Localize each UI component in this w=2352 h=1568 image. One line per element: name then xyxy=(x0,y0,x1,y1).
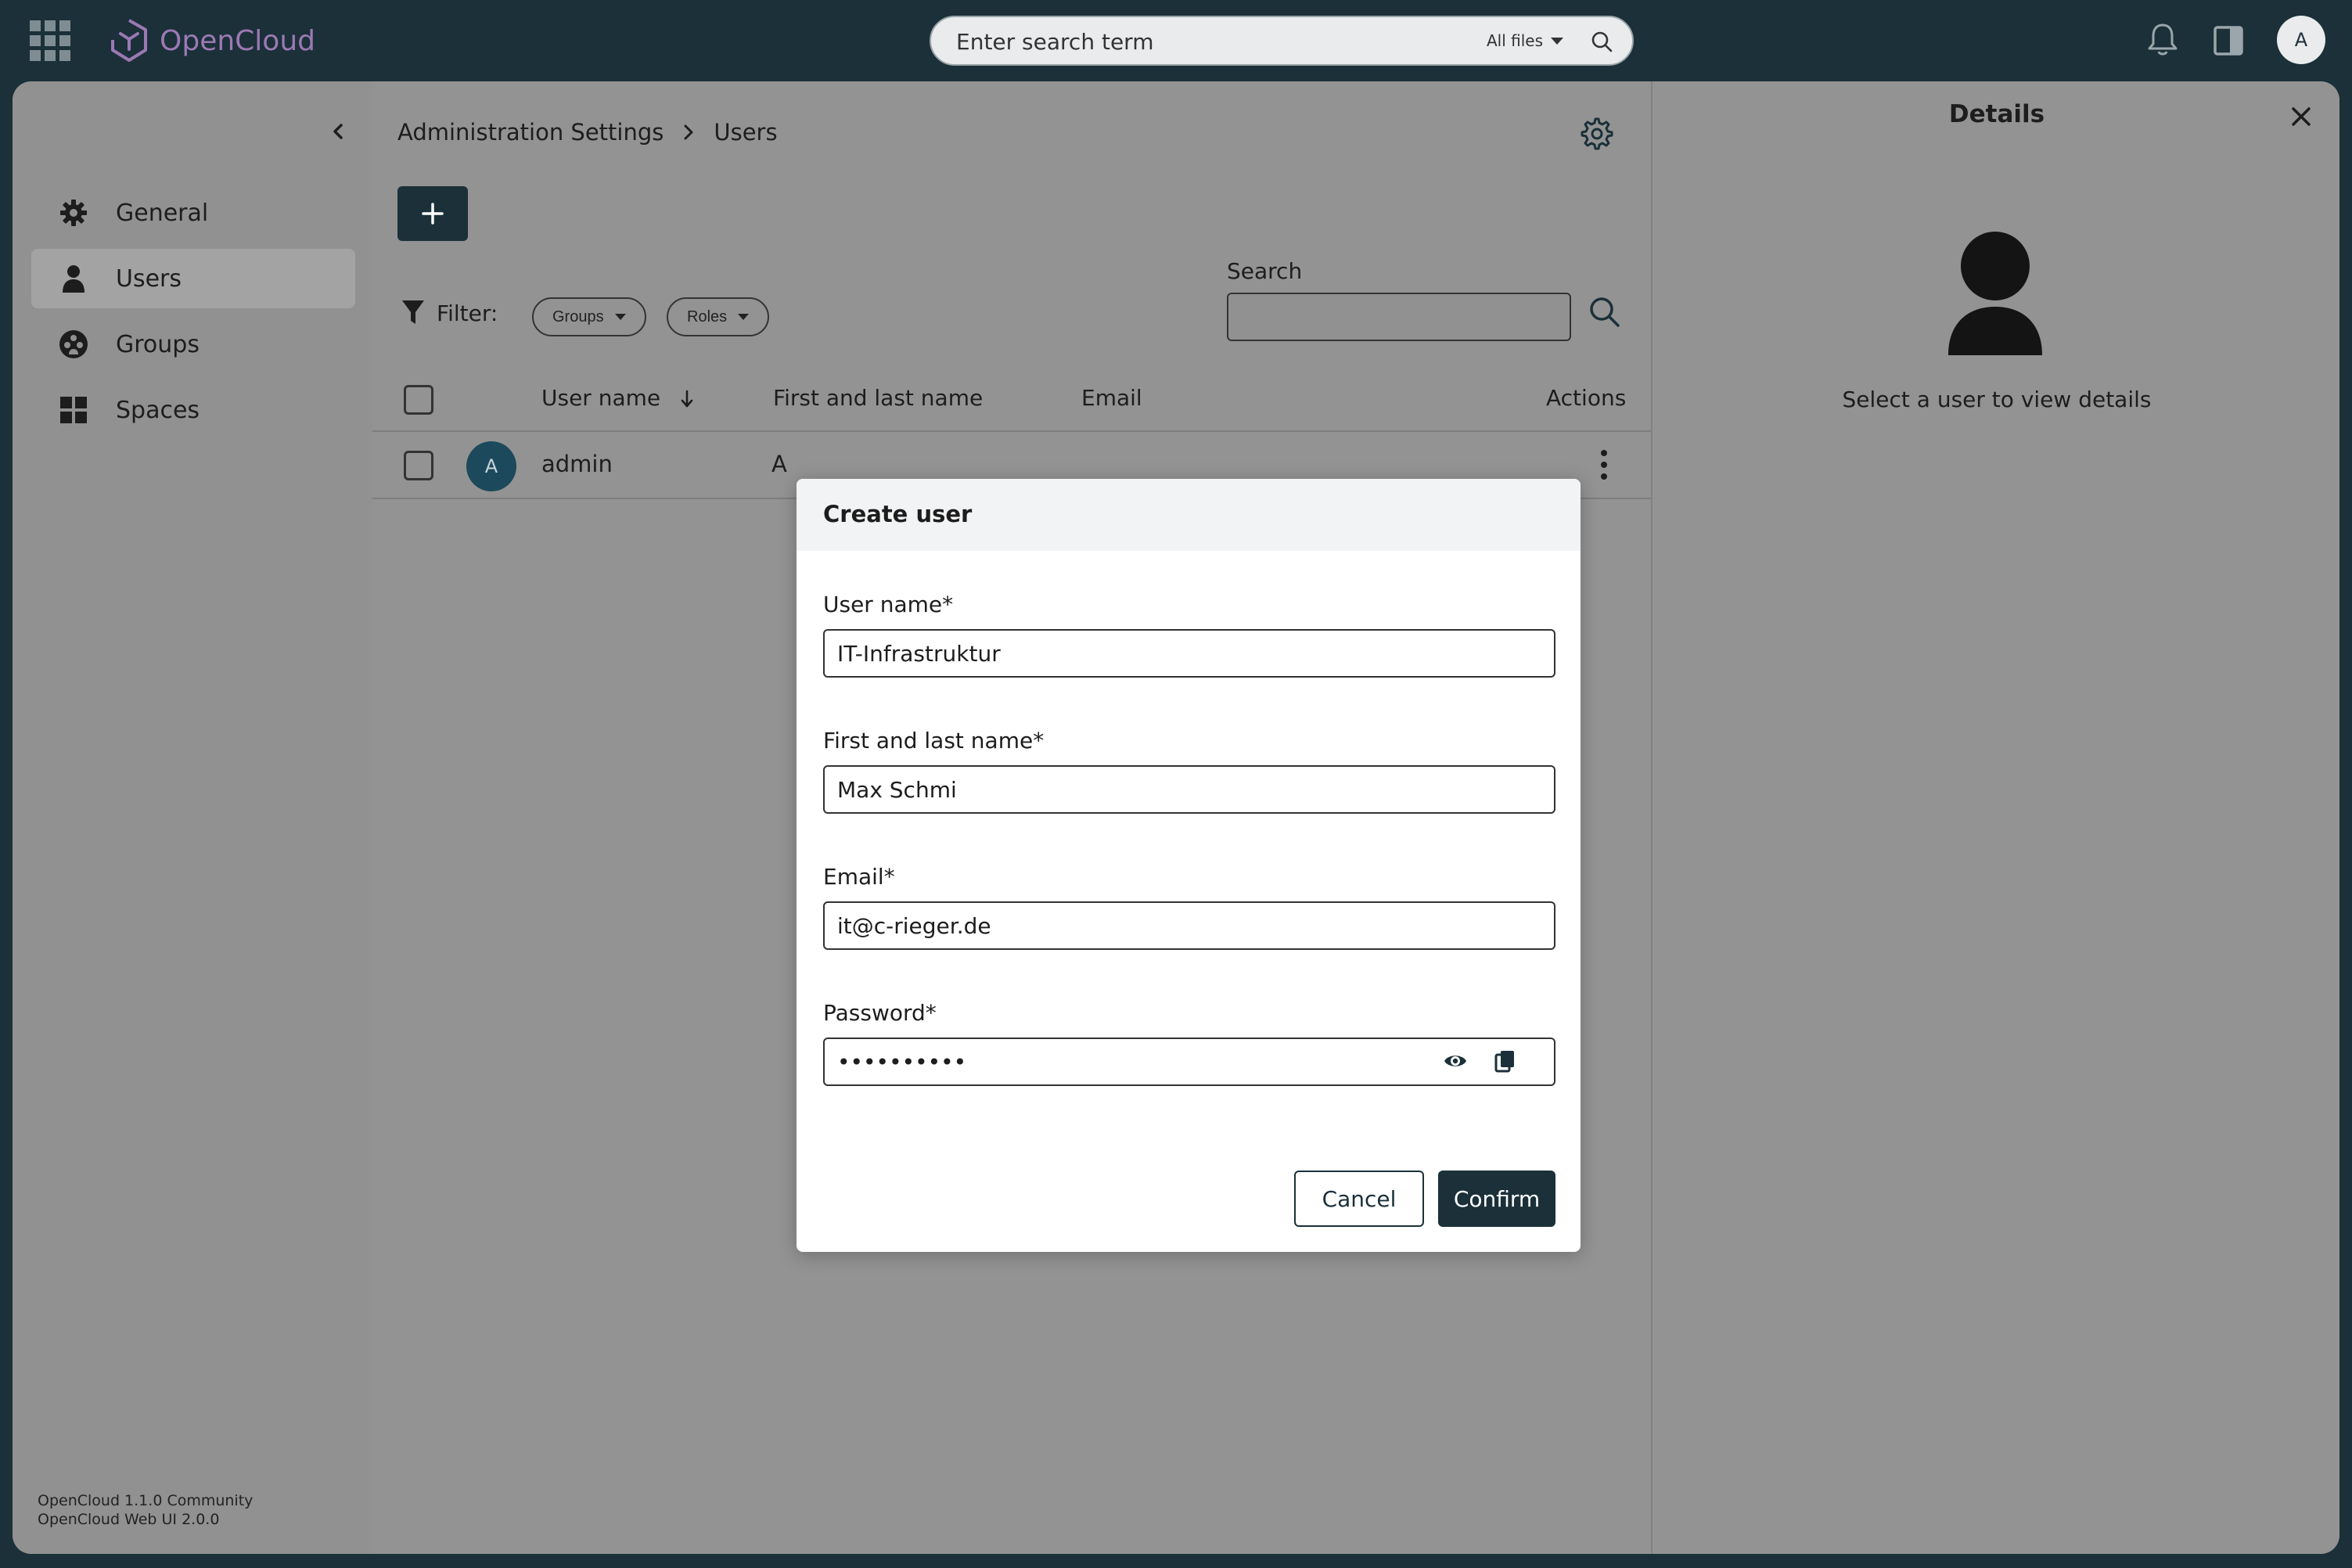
app-switcher-icon[interactable] xyxy=(30,20,70,61)
username-label: User name* xyxy=(823,592,954,617)
column-header-email[interactable]: Email xyxy=(1081,385,1142,411)
chevron-right-icon xyxy=(684,124,693,140)
settings-gear-icon[interactable] xyxy=(1581,117,1613,150)
notifications-bell-icon[interactable] xyxy=(2145,20,2180,58)
sidebar-item-label: Groups xyxy=(116,330,200,358)
cancel-button[interactable]: Cancel xyxy=(1294,1171,1424,1227)
more-actions-icon[interactable] xyxy=(1598,448,1610,482)
column-header-actions: Actions xyxy=(1546,385,1627,411)
fullname-label: First and last name* xyxy=(823,728,1045,753)
logo[interactable]: OpenCloud xyxy=(110,17,315,64)
chip-label: Groups xyxy=(552,307,604,325)
users-search-input[interactable] xyxy=(1227,293,1571,341)
global-search: All files xyxy=(930,16,1634,66)
collapse-sidebar-icon[interactable] xyxy=(325,119,351,144)
copy-password-icon[interactable] xyxy=(1493,1048,1518,1074)
column-header-username[interactable]: User name xyxy=(541,385,694,411)
groups-icon xyxy=(59,330,88,358)
search-scope-dropdown[interactable]: All files xyxy=(1487,17,1564,64)
column-header-label: User name xyxy=(541,385,661,411)
row-username: admin xyxy=(541,451,613,477)
version-info: OpenCloud 1.1.0 Community OpenCloud Web … xyxy=(38,1491,253,1529)
sidebar-item-label: Users xyxy=(116,264,182,293)
add-user-button[interactable] xyxy=(397,186,468,241)
global-search-input[interactable] xyxy=(955,17,1443,66)
close-icon[interactable] xyxy=(2289,105,2313,128)
filter-bar: Filter: xyxy=(401,299,498,327)
show-password-eye-icon[interactable] xyxy=(1443,1048,1468,1074)
details-title: Details xyxy=(1948,100,2045,128)
spaces-grid-icon xyxy=(60,397,87,423)
breadcrumb-item-admin-settings[interactable]: Administration Settings xyxy=(397,119,664,146)
email-label: Email* xyxy=(823,864,895,890)
username-field[interactable] xyxy=(823,629,1555,678)
confirm-button[interactable]: Confirm xyxy=(1438,1171,1555,1227)
column-header-fullname[interactable]: First and last name xyxy=(773,385,983,411)
plus-icon xyxy=(422,203,444,225)
details-panel: Details Select a user to view details xyxy=(1651,81,2339,1554)
row-checkbox[interactable] xyxy=(404,451,433,480)
filter-groups-chip[interactable]: Groups xyxy=(532,297,646,336)
sidebar-item-spaces[interactable]: Spaces xyxy=(31,380,355,440)
gear-icon xyxy=(60,200,87,226)
user-icon xyxy=(63,265,85,293)
search-scope-label: All files xyxy=(1487,31,1544,50)
app-content: General Users Groups Spaces OpenCloud 1.… xyxy=(13,81,2339,1554)
filter-funnel-icon xyxy=(402,300,424,324)
fullname-field[interactable] xyxy=(823,765,1555,814)
chip-label: Roles xyxy=(687,307,728,325)
breadcrumb: Administration Settings Users xyxy=(397,119,778,146)
brand-name: OpenCloud xyxy=(160,24,315,57)
caret-down-icon xyxy=(738,314,750,320)
breadcrumb-item-users: Users xyxy=(714,119,778,146)
opencloud-logo-icon xyxy=(111,19,147,62)
top-bar: OpenCloud All files A xyxy=(0,0,2352,81)
sidebar-item-groups[interactable]: Groups xyxy=(31,315,355,374)
row-fullname: A xyxy=(771,451,787,477)
email-field[interactable] xyxy=(823,901,1555,950)
password-label: Password* xyxy=(823,1000,937,1026)
caret-down-icon xyxy=(1551,37,1564,45)
dialog-header: Create user xyxy=(797,479,1581,551)
sidebar-item-label: Spaces xyxy=(116,396,200,424)
sort-descending-icon xyxy=(681,390,693,408)
create-user-dialog: Create user User name* First and last na… xyxy=(797,479,1581,1252)
version-line-backend: OpenCloud 1.1.0 Community xyxy=(38,1492,254,1509)
caret-down-icon xyxy=(614,314,626,320)
admin-sidebar: General Users Groups Spaces OpenCloud 1.… xyxy=(13,81,372,1554)
user-placeholder-icon xyxy=(1948,232,2042,355)
avatar: A xyxy=(466,441,516,491)
sidebar-item-label: General xyxy=(116,199,209,227)
search-label: Search xyxy=(1227,258,1303,284)
search-icon[interactable] xyxy=(1587,294,1621,329)
filter-roles-chip[interactable]: Roles xyxy=(667,297,770,336)
user-menu-avatar[interactable]: A xyxy=(2277,16,2325,64)
dialog-title: Create user xyxy=(823,501,973,527)
version-line-webui: OpenCloud Web UI 2.0.0 xyxy=(38,1511,220,1528)
sidebar-item-general[interactable]: General xyxy=(31,183,355,243)
details-empty-hint: Select a user to view details xyxy=(1842,387,2152,412)
sidebar-item-users[interactable]: Users xyxy=(31,249,355,308)
select-all-checkbox[interactable] xyxy=(404,385,433,415)
filter-label: Filter: xyxy=(437,300,498,326)
sidebar-toggle-icon[interactable] xyxy=(2213,25,2244,56)
users-table-header: User name First and last name Email Acti… xyxy=(372,366,1651,432)
search-icon[interactable] xyxy=(1590,30,1613,53)
